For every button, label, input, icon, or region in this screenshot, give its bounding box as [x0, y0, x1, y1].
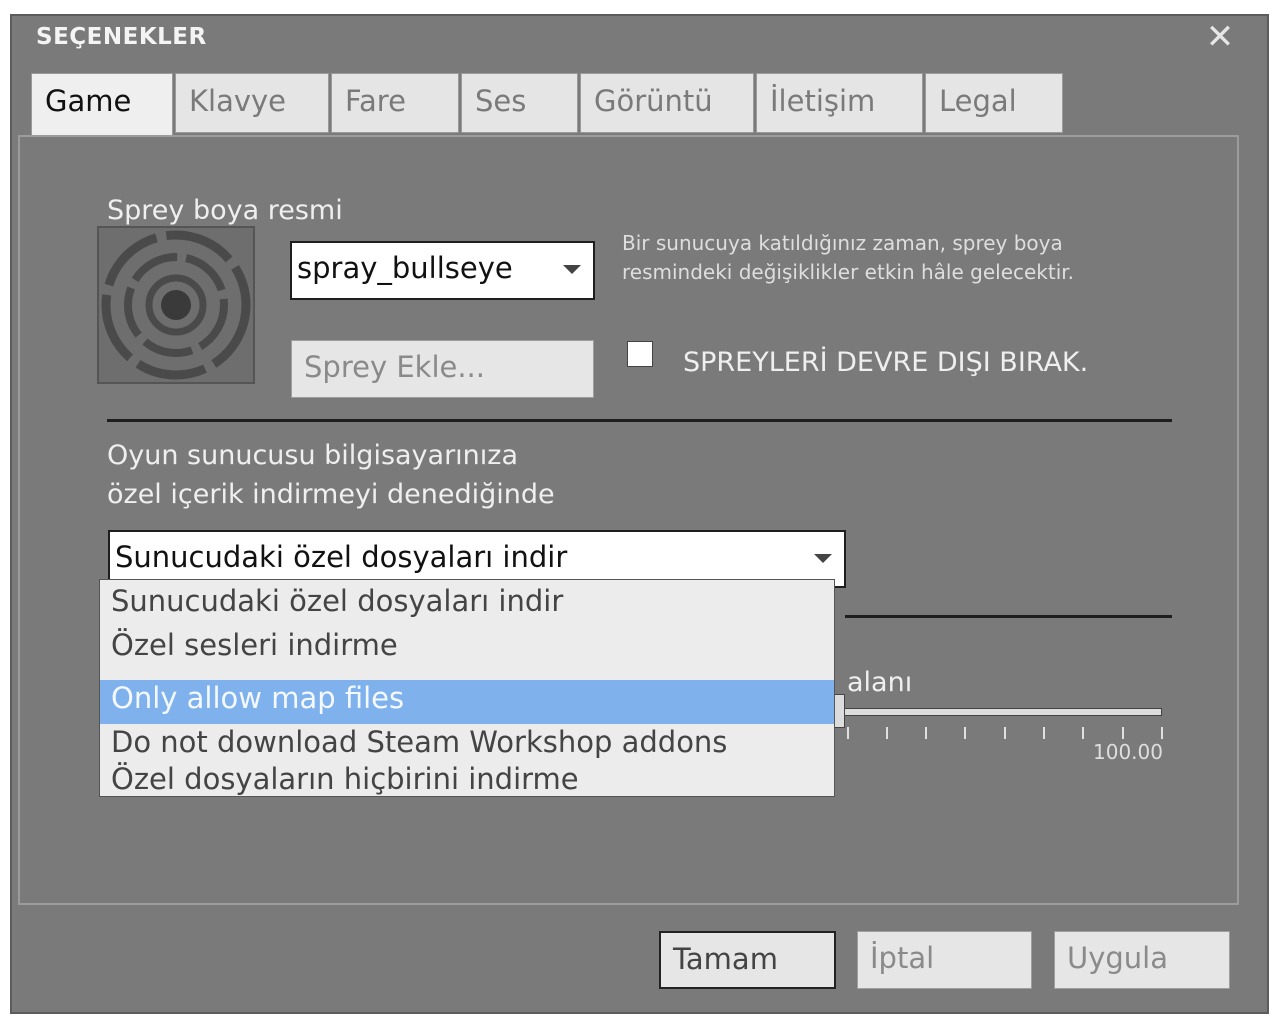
slider-max-label: 100.00 [1093, 740, 1163, 764]
tab-label: İletişim [770, 84, 876, 118]
download-select-value: Sunucudaki özel dosyaları indir [115, 540, 568, 574]
apply-button[interactable]: Uygula [1054, 931, 1230, 989]
add-spray-button[interactable]: Sprey Ekle... [291, 340, 594, 398]
slider-tick [1043, 727, 1045, 739]
close-icon[interactable]: ✕ [1203, 20, 1237, 54]
slider-tick [1004, 727, 1006, 739]
slider-tick [964, 727, 966, 739]
tab-label: Görüntü [594, 84, 713, 118]
tab-legal[interactable]: Legal [925, 73, 1063, 133]
cancel-button-label: İptal [870, 941, 935, 975]
tab-label: Ses [475, 84, 527, 118]
spray-hint: Bir sunucuya katıldığınız zaman, sprey b… [622, 229, 1142, 287]
section-divider [845, 615, 1172, 618]
ok-button-label: Tamam [673, 942, 778, 976]
spray-hint-line1: Bir sunucuya katıldığınız zaman, sprey b… [622, 231, 1063, 255]
dialog-title: SEÇENEKLER [36, 24, 207, 50]
slider-tick [886, 727, 888, 739]
slider-track[interactable] [835, 708, 1162, 716]
chevron-down-icon [814, 554, 832, 563]
download-label: Oyun sunucusu bilgisayarınıza özel içeri… [107, 436, 555, 514]
tab-fare[interactable]: Fare [331, 73, 459, 133]
add-spray-button-label: Sprey Ekle... [304, 350, 485, 384]
dropdown-option[interactable]: Sunucudaki özel dosyaları indir [100, 583, 834, 627]
section-divider [107, 419, 1172, 422]
dropdown-option-highlighted[interactable]: Only allow map files [100, 680, 834, 724]
slider-tick [925, 727, 927, 739]
chevron-down-icon [563, 265, 581, 274]
spray-select-value: spray_bullseye [297, 251, 513, 285]
tab-label: Klavye [189, 84, 287, 118]
bullseye-icon [101, 230, 251, 380]
cancel-button[interactable]: İptal [857, 931, 1032, 989]
download-label-line1: Oyun sunucusu bilgisayarınıza [107, 440, 519, 471]
tab-klavye[interactable]: Klavye [175, 73, 329, 133]
download-label-line2: özel içerik indirmeyi denediğinde [107, 479, 555, 510]
slider-label: alanı [847, 667, 913, 698]
spray-preview [97, 226, 255, 384]
tab-label: Legal [939, 84, 1017, 118]
download-dropdown-list: Sunucudaki özel dosyaları indir Özel ses… [99, 579, 835, 797]
slider-tick [847, 727, 849, 739]
dropdown-option[interactable]: Özel dosyaların hiçbirini indirme [100, 761, 834, 797]
spray-hint-line2: resmindeki değişiklikler etkin hâle gele… [622, 260, 1075, 284]
slider-tick [1161, 727, 1163, 739]
tab-label: Fare [345, 84, 406, 118]
tab-ses[interactable]: Ses [461, 73, 578, 133]
slider-tick [1122, 727, 1124, 739]
ok-button[interactable]: Tamam [659, 931, 836, 989]
tab-iletisim[interactable]: İletişim [756, 73, 923, 133]
disable-sprays-label: SPREYLERİ DEVRE DIŞI BIRAK. [683, 347, 1089, 378]
slider-tick [1082, 727, 1084, 739]
apply-button-label: Uygula [1067, 941, 1169, 975]
spray-select[interactable]: spray_bullseye [290, 241, 595, 300]
tab-game[interactable]: Game [31, 73, 173, 137]
disable-sprays-checkbox[interactable] [627, 341, 653, 367]
dropdown-option[interactable]: Özel sesleri indirme [100, 627, 834, 671]
spray-section-label: Sprey boya resmi [107, 195, 343, 226]
tab-label: Game [45, 84, 132, 118]
tab-goruntu[interactable]: Görüntü [580, 73, 754, 133]
